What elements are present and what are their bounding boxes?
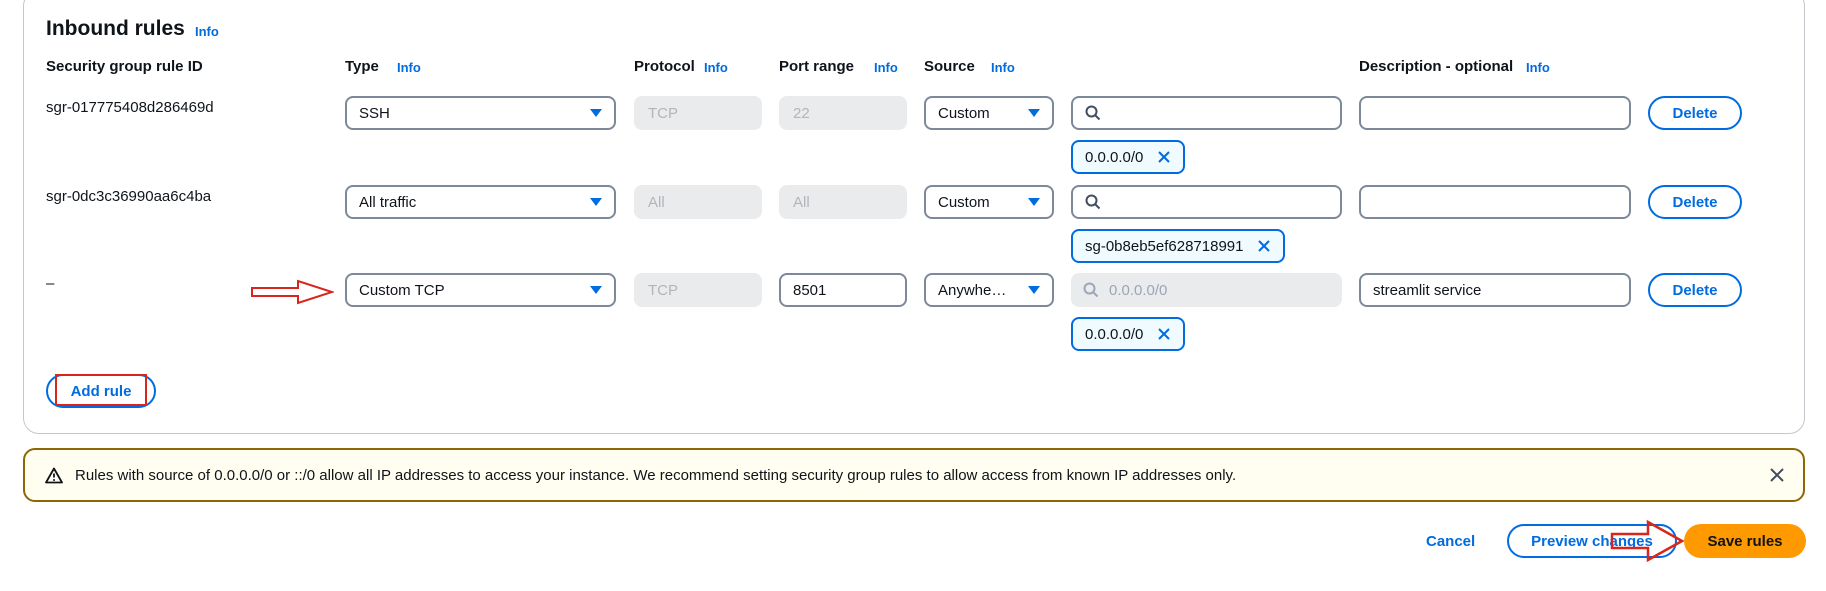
annotation-arrow-icon [251,279,334,305]
source-select-value: Custom [938,193,990,211]
source-select[interactable]: Custom [924,96,1054,130]
source-select-value: Custom [938,104,990,122]
caret-down-icon [590,286,602,294]
caret-down-icon [1028,286,1040,294]
caret-down-icon [1028,198,1040,206]
source-token: 0.0.0.0/0 [1071,140,1186,174]
protocol-info-link[interactable]: Info [704,60,728,75]
type-info-link[interactable]: Info [397,60,421,75]
search-icon [1085,194,1101,210]
column-header-description: Description - optional [1359,58,1514,75]
column-header-type: Type [345,58,379,75]
source-info-link[interactable]: Info [991,60,1015,75]
close-icon[interactable] [1769,467,1785,483]
port-range-field: All [779,185,907,219]
warning-alert: Rules with source of 0.0.0.0/0 or ::/0 a… [23,448,1805,502]
source-select[interactable]: Anywhe… [924,273,1054,307]
section-info-link[interactable]: Info [195,24,219,39]
type-select-value: All traffic [359,193,417,211]
column-header-port-range: Port range [779,58,855,75]
search-icon [1083,282,1099,298]
source-search-input: 0.0.0.0/0 [1071,273,1342,307]
column-header-rule-id: Security group rule ID [46,58,203,75]
protocol-field: TCP [634,96,762,130]
type-select-value: Custom TCP [359,281,445,299]
token-label: 0.0.0.0/0 [1085,325,1144,343]
source-select-value: Anywhe… [938,281,1007,299]
caret-down-icon [1028,109,1040,117]
source-select[interactable]: Custom [924,185,1054,219]
source-search-input[interactable] [1071,185,1342,219]
cancel-button[interactable]: Cancel [1426,533,1475,550]
token-label: sg-0b8eb5ef628718991 [1085,237,1244,255]
search-placeholder: 0.0.0.0/0 [1109,281,1168,299]
port-range-field: 22 [779,96,907,130]
warning-message: Rules with source of 0.0.0.0/0 or ::/0 a… [75,466,1237,484]
search-icon [1085,105,1101,121]
source-token: sg-0b8eb5ef628718991 [1071,229,1286,263]
protocol-field: All [634,185,762,219]
save-rules-button[interactable]: Save rules [1684,524,1806,558]
annotation-highlight-box [55,374,147,406]
type-select[interactable]: SSH [345,96,616,130]
port-range-info-link[interactable]: Info [874,60,898,75]
delete-button[interactable]: Delete [1648,273,1742,307]
caret-down-icon [590,198,602,206]
annotation-arrow-icon [1610,520,1684,562]
type-select[interactable]: All traffic [345,185,616,219]
description-field[interactable] [1359,185,1631,219]
warning-icon [45,467,63,483]
delete-button[interactable]: Delete [1648,96,1742,130]
delete-button[interactable]: Delete [1648,185,1742,219]
column-header-protocol: Protocol [634,58,695,75]
token-label: 0.0.0.0/0 [1085,148,1144,166]
rule-id: – [46,275,55,292]
column-header-source: Source [924,58,975,75]
type-select-value: SSH [359,104,390,122]
close-icon[interactable] [1257,239,1271,253]
port-range-field[interactable]: 8501 [779,273,907,307]
rule-id: sgr-017775408d286469d [46,99,214,116]
source-token: 0.0.0.0/0 [1071,317,1186,351]
type-select[interactable]: Custom TCP [345,273,616,307]
protocol-field: TCP [634,273,762,307]
close-icon[interactable] [1157,150,1171,164]
description-field[interactable] [1359,96,1631,130]
section-title: Inbound rules [46,17,185,40]
caret-down-icon [590,109,602,117]
source-search-input[interactable] [1071,96,1342,130]
close-icon[interactable] [1157,327,1171,341]
description-info-link[interactable]: Info [1526,60,1550,75]
description-field[interactable]: streamlit service [1359,273,1631,307]
rule-id: sgr-0dc3c36990aa6c4ba [46,188,212,205]
